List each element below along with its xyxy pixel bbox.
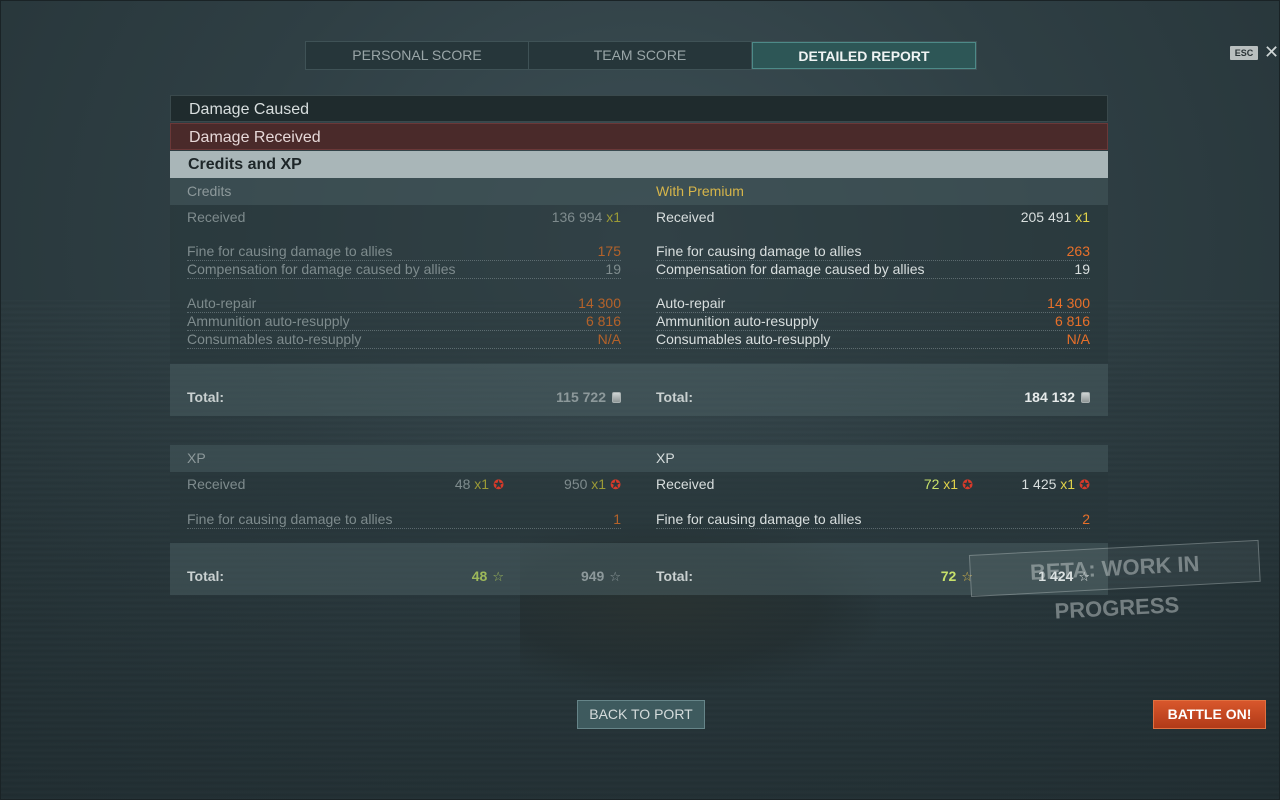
credits-coin-icon — [1081, 392, 1090, 403]
row-label: Fine for causing damage to allies — [656, 511, 862, 527]
row-value: 14 300 — [578, 295, 621, 311]
premium-consumables-row: Consumables auto-resupply N/A — [656, 331, 1090, 349]
xp-received-a: 48 x1 ✪ — [454, 476, 504, 492]
tab-team-score[interactable]: TEAM SCORE — [529, 42, 752, 69]
star-outline-icon: ☆ — [492, 569, 504, 584]
row-value: 136 994 x1 — [551, 209, 621, 225]
row-label: Consumables auto-resupply — [656, 331, 831, 347]
credits-column-premium: With Premium Received 205 491 x1 Fine fo… — [639, 178, 1108, 363]
row-value: 2 — [1082, 511, 1090, 527]
xp-received-b: 950 x1 ✪ — [564, 476, 621, 492]
row-label: Ammunition auto-resupply — [187, 313, 350, 329]
row-label: Received — [187, 209, 246, 225]
credits-column-base: Credits Received 136 994 x1 Fine for cau… — [170, 178, 639, 363]
xp-premium-fine-row: Fine for causing damage to allies 2 — [656, 511, 1090, 529]
tab-bar: PERSONAL SCORE TEAM SCORE DETAILED REPOR… — [305, 41, 977, 70]
total-value: 184 132 — [1024, 389, 1090, 405]
tab-personal-score[interactable]: PERSONAL SCORE — [306, 42, 529, 69]
battle-on-button[interactable]: BATTLE ON! — [1153, 700, 1266, 729]
credits-consumables-row: Consumables auto-resupply N/A — [187, 331, 621, 349]
credits-total-premium: Total: 184 132 — [639, 364, 1108, 416]
red-star-icon: ✪ — [1079, 477, 1090, 492]
row-label: Consumables auto-resupply — [187, 331, 362, 347]
section-credits-xp[interactable]: Credits and XP — [170, 151, 1108, 178]
row-label: Fine for causing damage to allies — [656, 243, 862, 259]
total-label: Total: — [656, 389, 694, 405]
premium-header: With Premium — [639, 178, 1108, 205]
credits-header: Credits — [170, 178, 639, 205]
esc-key-button[interactable]: ESC — [1230, 46, 1258, 60]
xp-received-row: Received 48 x1 ✪ 950 x1 ✪ — [187, 476, 621, 493]
xp-premium-rows: Received 72 x1 ✪ 1 425 x1 ✪ Fine for causi… — [639, 472, 1108, 542]
row-value: N/A — [597, 331, 621, 347]
row-label: Fine for causing damage to allies — [187, 243, 393, 259]
xp-fine-row: Fine for causing damage to allies 1 — [187, 511, 621, 529]
xp-column-base: XP Received 48 x1 ✪ 950 x1 ✪ Fine for caus… — [170, 445, 639, 542]
star-outline-icon: ☆ — [609, 569, 621, 584]
row-value: 6 816 — [1054, 313, 1090, 329]
section-damage-received[interactable]: Damage Received — [170, 123, 1108, 150]
premium-compensation-row: Compensation for damage caused by allies… — [656, 261, 1090, 279]
row-label: Auto-repair — [187, 295, 257, 311]
row-label: Compensation for damage caused by allies — [187, 261, 456, 277]
credits-rows: Received 136 994 x1 Fine for causing dam… — [170, 205, 639, 363]
xp-total-a: 48 ☆ — [471, 568, 504, 584]
xp-rows: Received 48 x1 ✪ 950 x1 ✪ Fine for causing… — [170, 472, 639, 542]
credits-repair-row: Auto-repair 14 300 — [187, 295, 621, 313]
total-label: Total: — [656, 568, 694, 584]
credits-total-base: Total: 115 722 — [170, 364, 639, 416]
red-star-icon: ✪ — [962, 477, 973, 492]
row-value: 175 — [597, 243, 621, 259]
row-value: N/A — [1066, 331, 1090, 347]
xp-premium-received-row: Received 72 x1 ✪ 1 425 x1 ✪ — [656, 476, 1090, 493]
credits-coin-icon — [612, 392, 621, 403]
row-label: Received — [187, 476, 246, 492]
close-icon[interactable]: ✕ — [1264, 43, 1279, 61]
row-value: 205 491 x1 — [1020, 209, 1090, 225]
row-label: Compensation for damage caused by allies — [656, 261, 925, 277]
row-label: Received — [656, 476, 715, 492]
section-damage-caused[interactable]: Damage Caused — [170, 95, 1108, 122]
credits-compensation-row: Compensation for damage caused by allies… — [187, 261, 621, 279]
total-value: 115 722 — [556, 389, 621, 405]
premium-fine-row: Fine for causing damage to allies 263 — [656, 243, 1090, 261]
row-value: 19 — [1074, 261, 1090, 277]
premium-rows: Received 205 491 x1 Fine for causing dam… — [639, 205, 1108, 363]
row-label: Received — [656, 209, 715, 225]
xp-premium-received-a: 72 x1 ✪ — [923, 476, 973, 492]
premium-ammo-row: Ammunition auto-resupply 6 816 — [656, 313, 1090, 331]
row-label: Fine for causing damage to allies — [187, 511, 393, 527]
row-value: 263 — [1066, 243, 1090, 259]
xp-premium-received-b: 1 425 x1 ✪ — [1021, 476, 1090, 492]
row-label: Auto-repair — [656, 295, 726, 311]
red-star-icon: ✪ — [610, 477, 621, 492]
xp-premium-header: XP — [639, 445, 1108, 472]
row-value: 1 — [613, 511, 621, 527]
row-value: 14 300 — [1047, 295, 1090, 311]
xp-total-base: Total: 48 ☆ 949 ☆ — [170, 543, 639, 595]
total-label: Total: — [187, 389, 225, 405]
xp-header: XP — [170, 445, 639, 472]
back-to-port-button[interactable]: BACK TO PORT — [577, 700, 705, 729]
xp-total-b: 949 ☆ — [580, 568, 621, 584]
red-star-icon: ✪ — [493, 477, 504, 492]
total-label: Total: — [187, 568, 225, 584]
premium-repair-row: Auto-repair 14 300 — [656, 295, 1090, 313]
credits-ammo-row: Ammunition auto-resupply 6 816 — [187, 313, 621, 331]
premium-received-row: Received 205 491 x1 — [656, 209, 1090, 226]
row-value: 19 — [605, 261, 621, 277]
xp-column-premium: XP Received 72 x1 ✪ 1 425 x1 ✪ Fine for ca… — [639, 445, 1108, 542]
xp-premium-total-a: 72 ☆ — [940, 568, 973, 584]
credits-received-row: Received 136 994 x1 — [187, 209, 621, 226]
tab-detailed-report[interactable]: DETAILED REPORT — [752, 42, 976, 69]
row-value: 6 816 — [585, 313, 621, 329]
credits-fine-row: Fine for causing damage to allies 175 — [187, 243, 621, 261]
row-label: Ammunition auto-resupply — [656, 313, 819, 329]
